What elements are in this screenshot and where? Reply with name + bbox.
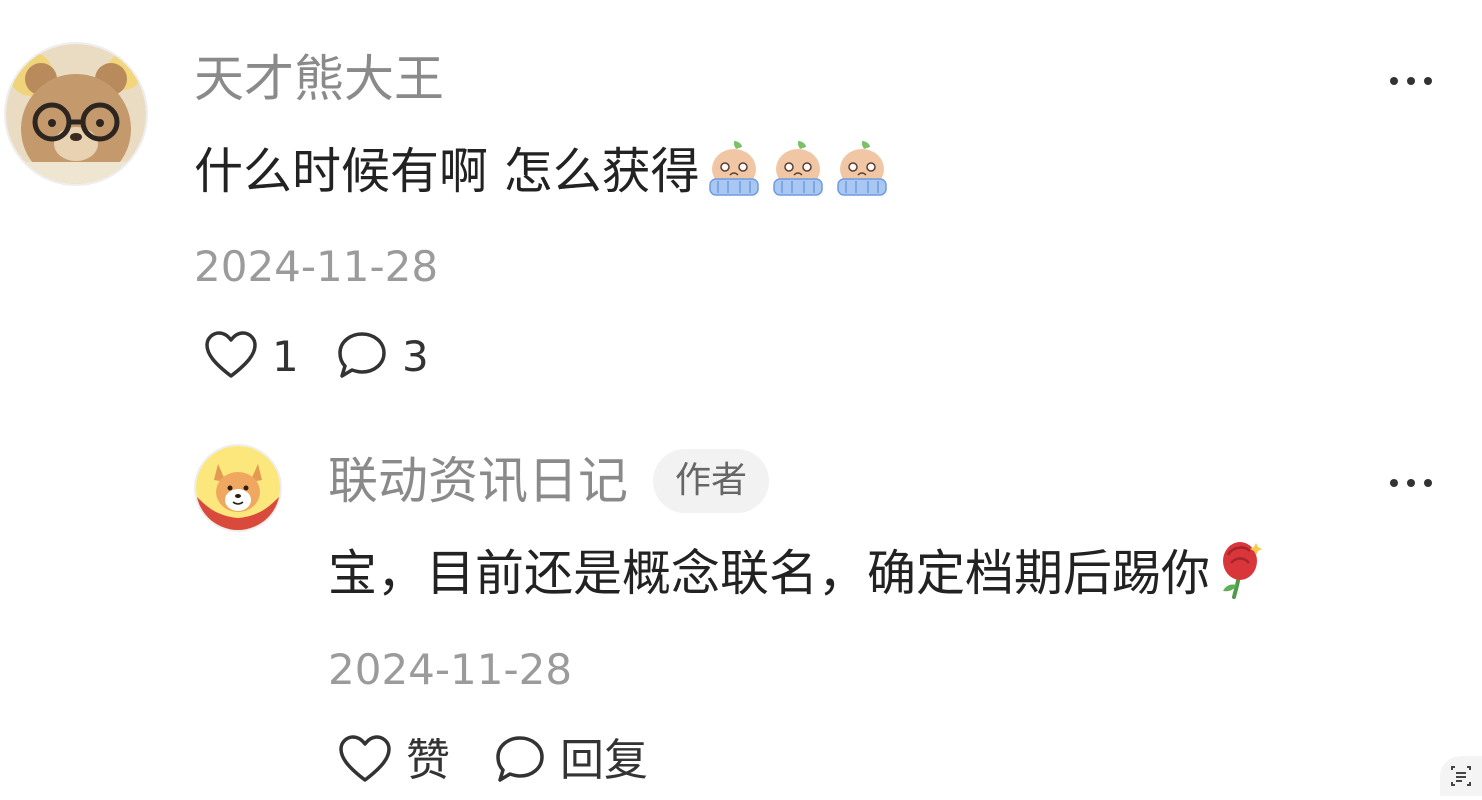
author-badge: 作者: [653, 449, 770, 513]
reply-count: 3: [402, 332, 429, 381]
reply-label: 回复: [560, 735, 648, 786]
more-dot-icon: [1390, 479, 1398, 487]
text-scan-icon[interactable]: [1440, 756, 1482, 796]
crying-sticker: [768, 137, 828, 205]
comment-text: 什么时候有啊 怎么获得: [194, 142, 700, 200]
like-count: 1: [272, 332, 299, 381]
comment-more-button[interactable]: [1390, 77, 1432, 85]
more-dot-icon: [1407, 479, 1415, 487]
comment-content: 什么时候有啊 怎么获得: [194, 140, 892, 202]
comment-date: 2024-11-28: [194, 242, 439, 291]
comment-avatar[interactable]: [4, 42, 148, 186]
like-label: 赞: [406, 735, 450, 786]
comment-reply-button[interactable]: 3: [336, 330, 429, 384]
reply-reply-button[interactable]: 回复: [494, 734, 648, 788]
reply-text: 宝，目前还是概念联名，确定档期后踢你: [328, 544, 1211, 602]
crying-sticker: [832, 137, 892, 205]
reply-username[interactable]: 联动资讯日记: [328, 456, 628, 506]
more-dot-icon: [1407, 77, 1415, 85]
reply-more-button[interactable]: [1390, 479, 1432, 487]
more-dot-icon: [1424, 77, 1432, 85]
rose-emoji: [1214, 539, 1266, 607]
comment-like-button[interactable]: 1: [204, 330, 299, 384]
reply-content: 宝，目前还是概念联名，确定档期后踢你: [328, 542, 1266, 604]
speech-bubble-icon: [494, 734, 546, 788]
reply-date: 2024-11-28: [328, 645, 573, 694]
heart-outline-icon: [338, 734, 392, 788]
reply-like-button[interactable]: 赞: [338, 734, 450, 788]
reply-avatar[interactable]: [194, 444, 282, 532]
heart-outline-icon: [204, 330, 258, 384]
crying-sticker: [704, 137, 764, 205]
comment-username[interactable]: 天才熊大王: [194, 54, 444, 104]
more-dot-icon: [1390, 77, 1398, 85]
more-dot-icon: [1424, 479, 1432, 487]
speech-bubble-icon: [336, 330, 388, 384]
